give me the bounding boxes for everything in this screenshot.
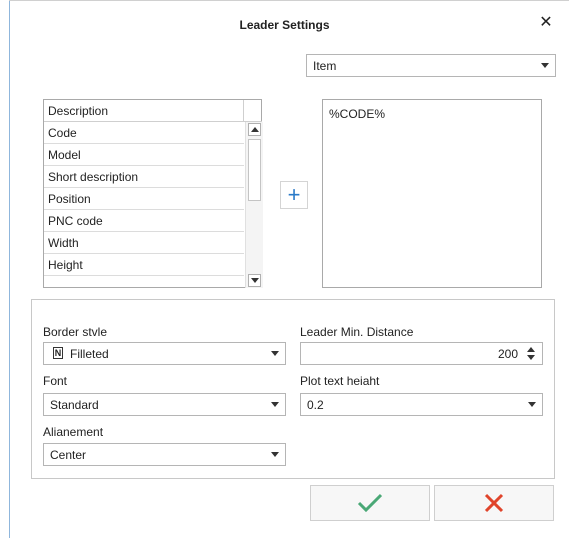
- fields-list[interactable]: Description Code Model Short description…: [43, 99, 263, 288]
- template-textarea[interactable]: %CODE%: [322, 99, 542, 288]
- plot-text-height-select[interactable]: 0.2: [300, 393, 543, 416]
- plus-icon: +: [287, 182, 301, 207]
- arrow-up-icon: [251, 127, 259, 132]
- alignement-label: Alianement: [43, 425, 104, 439]
- list-item[interactable]: PNC code: [44, 210, 244, 232]
- scroll-down-button[interactable]: [248, 274, 261, 287]
- border-style-select[interactable]: N Filleted: [43, 342, 286, 365]
- filleted-border-icon: N: [53, 347, 63, 359]
- list-item[interactable]: Position: [44, 188, 244, 210]
- template-text: %CODE%: [329, 107, 386, 121]
- plot-text-height-value: 0.2: [307, 398, 324, 412]
- close-x-icon: [484, 493, 504, 513]
- border-style-label: Border stvle: [43, 325, 108, 339]
- chevron-down-icon: [541, 63, 549, 68]
- window-border-top: [9, 0, 569, 1]
- close-icon[interactable]: ✕: [536, 13, 556, 33]
- add-field-button[interactable]: +: [280, 181, 308, 209]
- font-label: Font: [43, 374, 68, 388]
- leader-min-distance-spinner[interactable]: 200: [300, 342, 543, 365]
- chevron-down-icon: [271, 402, 279, 407]
- leader-min-distance-label: Leader Min. Distance: [300, 325, 414, 339]
- list-item[interactable]: Width: [44, 232, 244, 254]
- list-item[interactable]: Short description: [44, 166, 244, 188]
- dialog-title: Leader Settings: [239, 18, 330, 32]
- list-item[interactable]: Height: [44, 254, 244, 276]
- checkmark-icon: [357, 493, 383, 513]
- font-value: Standard: [50, 398, 99, 412]
- cancel-button[interactable]: [434, 485, 554, 521]
- plot-text-height-label: Plot text heiaht: [300, 374, 380, 388]
- spin-up-icon[interactable]: [527, 347, 535, 352]
- chevron-down-icon: [271, 452, 279, 457]
- ok-button[interactable]: [310, 485, 430, 521]
- alignement-value: Center: [50, 448, 87, 462]
- leader-min-distance-value: 200: [497, 347, 518, 361]
- arrow-down-icon: [251, 278, 259, 283]
- leader-settings-dialog: Leader Settings ✕ Item Description Code …: [0, 0, 569, 538]
- alignement-select[interactable]: Center: [43, 443, 286, 466]
- chevron-down-icon: [271, 351, 279, 356]
- scroll-thumb[interactable]: [248, 139, 261, 201]
- spin-down-icon[interactable]: [527, 355, 535, 360]
- type-select-value: Item: [313, 59, 337, 73]
- fields-list-header: Description: [44, 100, 244, 122]
- scroll-up-button[interactable]: [248, 123, 261, 136]
- fields-list-scrollbar[interactable]: [245, 122, 263, 288]
- list-item[interactable]: Model: [44, 144, 244, 166]
- window-border: [9, 0, 10, 538]
- fields-list-header-corner: [244, 100, 262, 122]
- list-item[interactable]: Code: [44, 122, 244, 144]
- font-select[interactable]: Standard: [43, 393, 286, 416]
- chevron-down-icon: [528, 402, 536, 407]
- border-style-value: Filleted: [70, 347, 109, 361]
- type-select[interactable]: Item: [306, 54, 556, 77]
